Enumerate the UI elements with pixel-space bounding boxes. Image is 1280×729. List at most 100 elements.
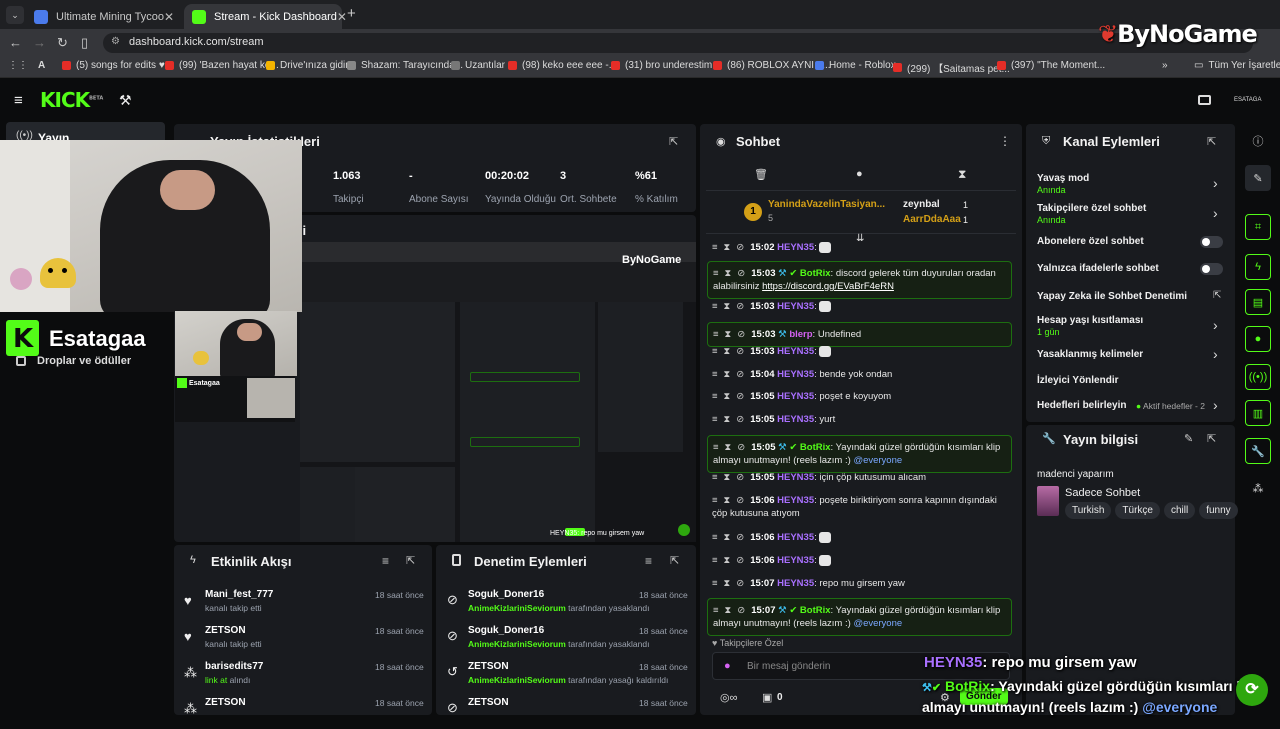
subs-only-toggle[interactable] bbox=[1200, 236, 1223, 248]
wrench-icon[interactable]: 🔧 bbox=[1245, 438, 1271, 464]
bookmark-item[interactable]: (397) "The Moment... bbox=[997, 60, 1105, 71]
chat-message[interactable]: ≡ ⧗ ⊘ 15:03 ⚒ ✔ BotRix: discord gelerek tüm… bbox=[707, 261, 1012, 299]
popout-icon[interactable]: ⇱ bbox=[1207, 135, 1216, 148]
chat-message[interactable]: ≡ ⧗ ⊘ 15:04 HEYN35: bende yok ondan bbox=[712, 368, 1012, 381]
chat-message[interactable]: ≡ ⧗ ⊘ 15:06 HEYN35: bbox=[712, 554, 1012, 567]
chat-bubble-icon[interactable]: ● bbox=[856, 168, 863, 180]
bookmark-item[interactable]: (99) 'Bazen hayat ko... bbox=[165, 60, 279, 71]
external-link-icon[interactable]: ⇱ bbox=[1213, 290, 1221, 301]
more-bookmarks-icon[interactable]: » bbox=[1162, 60, 1168, 71]
chat-message[interactable]: ≡ ⧗ ⊘ 15:03 ⚒ blerp: Undefined bbox=[707, 322, 1012, 347]
stack-icon[interactable]: ▥ bbox=[1245, 400, 1271, 426]
bookmark-item[interactable]: Shazam: Tarayıcında... bbox=[347, 60, 463, 71]
close-tab-icon[interactable]: ✕ bbox=[337, 10, 347, 24]
chat-message[interactable]: ≡ ⧗ ⊘ 15:05 HEYN35: yurt bbox=[712, 413, 1012, 426]
tag-chip[interactable]: Turkish bbox=[1065, 502, 1112, 519]
followers-only-action[interactable]: Takipçilere özel sohbet Anında bbox=[1037, 203, 1146, 225]
chevron-right-icon[interactable]: › bbox=[1213, 175, 1218, 191]
account-age-action[interactable]: Hesap yaşı kısıtlaması 1 gün bbox=[1037, 315, 1143, 337]
chat-message[interactable]: ≡ ⧗ ⊘ 15:07 HEYN35: repo mu girsem yaw bbox=[712, 577, 1012, 590]
stream-preview-video[interactable]: ByNoGame HEYN35: repo mu girsem yaw bbox=[300, 242, 696, 542]
gift-icon[interactable]: ▣ bbox=[762, 691, 772, 704]
chat-more-icon[interactable]: ⋮ bbox=[999, 134, 1011, 148]
chat-message[interactable]: ≡ ⧗ ⊘ 15:05 ⚒ ✔ BotRix: Yayındaki güzel gör… bbox=[707, 435, 1012, 473]
chat-message[interactable]: ≡ ⧗ ⊘ 15:06 HEYN35: poşete biriktiriyom son… bbox=[712, 494, 1012, 520]
tab-search-icon[interactable]: ⌄ bbox=[6, 6, 24, 24]
filter-icon[interactable]: ≡ bbox=[645, 554, 652, 568]
bookmark-item[interactable]: (5) songs for edits ♥... bbox=[62, 60, 173, 71]
user-menu[interactable]: ESATAGA bbox=[1234, 97, 1261, 103]
hourglass-icon[interactable]: ⧗ bbox=[958, 167, 966, 182]
activity-item[interactable]: ⁂ barisedits77 link at alındı 18 saat önce bbox=[184, 661, 424, 693]
popout-icon[interactable]: ⇱ bbox=[406, 554, 415, 567]
tab-mining-tycoon[interactable]: Ultimate Mining Tycoon | Play o ✕ bbox=[26, 4, 182, 29]
bookmark-item[interactable]: (86) ROBLOX AYNI P... bbox=[713, 60, 831, 71]
bookmark-item[interactable]: (98) keko eee eee -... bbox=[508, 60, 617, 71]
chat-message[interactable]: ≡ ⧗ ⊘ 15:06 HEYN35: bbox=[712, 531, 1012, 544]
bookmark-item[interactable]: Home - Roblox bbox=[815, 60, 896, 71]
sidebar-item-drops[interactable]: Droplar ve ödüller bbox=[37, 355, 131, 367]
camera-icon[interactable] bbox=[1198, 95, 1211, 105]
site-info-icon[interactable]: ⚙ bbox=[111, 36, 120, 47]
popout-icon[interactable]: ⇱ bbox=[670, 554, 679, 567]
top-user-1[interactable]: zeynbal bbox=[903, 199, 940, 210]
sidebar-toggle-icon[interactable]: ▯ bbox=[81, 35, 88, 51]
category-name[interactable]: Sadece Sohbet bbox=[1065, 487, 1140, 499]
banned-words-action[interactable]: Yasaklanmış kelimeler bbox=[1037, 349, 1143, 360]
new-tab-button[interactable]: + bbox=[347, 5, 356, 22]
info-icon[interactable]: ⓘ bbox=[1245, 128, 1271, 154]
chevron-right-icon[interactable]: › bbox=[1213, 346, 1218, 362]
chevron-right-icon[interactable]: › bbox=[1213, 397, 1218, 413]
chat-message[interactable]: ≡ ⧗ ⊘ 15:07 ⚒ ✔ BotRix: Yayındaki güzel gör… bbox=[707, 598, 1012, 636]
menu-icon[interactable]: ≡ bbox=[14, 92, 23, 109]
mic-icon[interactable]: ● bbox=[724, 660, 731, 672]
slow-mode-action[interactable]: Yavaş mod Anında bbox=[1037, 173, 1089, 195]
tag-chip[interactable]: chill bbox=[1163, 502, 1196, 519]
chevron-right-icon[interactable]: › bbox=[1213, 317, 1218, 333]
top-user-2[interactable]: AarrDdaAaa bbox=[903, 214, 961, 225]
chat-message[interactable]: ≡ ⧗ ⊘ 15:05 HEYN35: poşet e koyuyom bbox=[712, 390, 1012, 403]
edit-icon[interactable]: ✎ bbox=[1184, 432, 1193, 445]
forward-icon[interactable]: → bbox=[33, 35, 46, 50]
moderation-item[interactable]: ↺ ZETSON AnimeKizlariniSeviorum tarafından… bbox=[447, 661, 692, 693]
tag-chip[interactable]: Türkçe bbox=[1115, 502, 1160, 519]
broadcast-icon[interactable]: ((•)) bbox=[1245, 364, 1271, 390]
pinned-user[interactable]: YanindaVazelinTasiyan... bbox=[768, 199, 885, 210]
filter-icon[interactable]: ≡ bbox=[382, 554, 389, 568]
activity-item[interactable]: ♥ Mani_fest_777 kanalı takip etti 18 saat ö… bbox=[184, 589, 424, 621]
pencil-icon[interactable]: ✎ bbox=[1245, 165, 1271, 191]
connections-icon[interactable]: ⁂ bbox=[1245, 475, 1271, 501]
trash-icon[interactable]: 🗑 bbox=[754, 168, 768, 181]
ai-moderation-action[interactable]: Yapay Zeka ile Sohbet Denetimi bbox=[1037, 291, 1187, 302]
activity-item[interactable]: ♥ ZETSON kanalı takip etti 18 saat önce bbox=[184, 625, 424, 657]
bookmark-item[interactable]: Drive'ınıza gidin bbox=[266, 60, 351, 71]
emote-icon[interactable]: ◎∞ bbox=[720, 691, 737, 704]
tab-kick-dashboard[interactable]: Stream - Kick Dashboard ✕ bbox=[184, 4, 347, 29]
bookmark-item[interactable]: A bbox=[38, 60, 45, 71]
moderation-item[interactable]: ⊘ Soguk_Doner16 AnimeKizlariniSeviorum tar… bbox=[447, 589, 692, 621]
url-field[interactable]: ⚙ dashboard.kick.com/stream bbox=[103, 33, 1253, 53]
reload-icon[interactable]: ↻ bbox=[57, 35, 68, 51]
chat-message[interactable]: ≡ ⧗ ⊘ 15:02 HEYN35: bbox=[712, 241, 1012, 254]
chat-message[interactable]: ≡ ⧗ ⊘ 15:03 HEYN35: bbox=[712, 345, 1012, 358]
bookmark-item[interactable]: (299) 【Saitamas pet... bbox=[893, 60, 1010, 75]
chat-message[interactable]: ≡ ⧗ ⊘ 15:03 HEYN35: bbox=[712, 300, 1012, 313]
all-bookmarks-folder[interactable]: ▭ Tüm Yer İşaretleri bbox=[1194, 60, 1280, 71]
chat-icon[interactable]: ● bbox=[1245, 326, 1271, 352]
activity-item[interactable]: ⁂ ZETSON 18 saat önce bbox=[184, 697, 424, 729]
set-goals-action[interactable]: Hedefleri belirleyin bbox=[1037, 400, 1126, 411]
moderation-item[interactable]: ⊘ Soguk_Doner16 AnimeKizlariniSeviorum tar… bbox=[447, 625, 692, 657]
popout-icon[interactable]: ⇱ bbox=[1207, 432, 1216, 445]
crop-icon[interactable]: ⌗ bbox=[1245, 214, 1271, 240]
chat-message[interactable]: ≡ ⧗ ⊘ 15:05 HEYN35: için çöp kutusumu alıca… bbox=[712, 471, 1012, 484]
back-icon[interactable]: ← bbox=[9, 35, 22, 50]
moderation-item[interactable]: ⊘ ZETSON 18 saat önce bbox=[447, 697, 692, 729]
apps-icon[interactable]: ⋮⋮ bbox=[8, 60, 28, 71]
bookmark-item[interactable]: Uzantılar bbox=[451, 60, 505, 71]
tools-icon[interactable]: ⚒ bbox=[119, 92, 132, 109]
tag-chip[interactable]: funny bbox=[1199, 502, 1238, 519]
close-tab-icon[interactable]: ✕ bbox=[164, 10, 174, 24]
bookmark-item[interactable]: (31) bro underestim... bbox=[611, 60, 721, 71]
emotes-only-toggle[interactable] bbox=[1200, 263, 1223, 275]
chevron-right-icon[interactable]: › bbox=[1213, 205, 1218, 221]
